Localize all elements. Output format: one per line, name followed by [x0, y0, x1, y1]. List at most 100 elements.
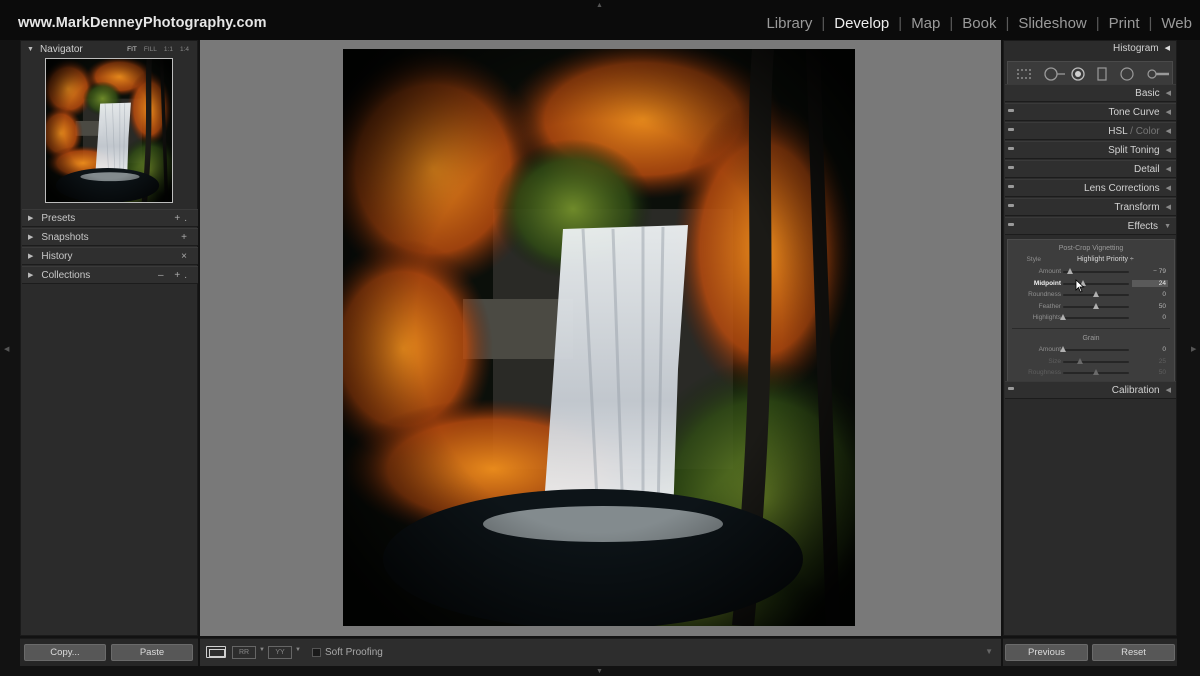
tone-curve-section[interactable]: Tone Curve ◀: [1005, 103, 1176, 121]
slider-track[interactable]: [1063, 279, 1129, 286]
toolbar-menu-icon[interactable]: ▼: [985, 647, 993, 656]
spot-removal-icon[interactable]: [1042, 67, 1066, 81]
effects-section[interactable]: Effects ▼: [1005, 217, 1176, 235]
clear-history-icon[interactable]: ×: [181, 251, 198, 262]
loupe-view-button[interactable]: [206, 646, 226, 658]
panel-switch-icon[interactable]: [1008, 166, 1014, 169]
zoom-fit[interactable]: FIT: [127, 46, 137, 53]
slider-handle[interactable]: [1076, 357, 1083, 364]
slider-amount[interactable]: Amount 0: [1008, 345, 1174, 355]
slider-track[interactable]: [1060, 346, 1129, 352]
add-preset-icon[interactable]: +.: [174, 213, 198, 224]
bottom-panel-toggle-icon[interactable]: ▼: [596, 668, 603, 675]
slider-value[interactable]: 0: [1136, 314, 1166, 321]
slider-value[interactable]: 50: [1136, 369, 1166, 376]
reset-button[interactable]: Reset: [1092, 644, 1175, 661]
panel-switch-icon[interactable]: [1008, 223, 1014, 226]
graduated-filter-icon[interactable]: [1097, 67, 1107, 81]
swap-settings-button[interactable]: YY: [268, 646, 292, 659]
zoom-1-1[interactable]: 1:1: [164, 46, 173, 53]
main-photo[interactable]: [343, 49, 855, 626]
calibration-section[interactable]: Calibration ◀: [1005, 381, 1176, 399]
copy-settings-button[interactable]: Copy...: [24, 644, 106, 661]
right-panel-toggle-icon[interactable]: ▶: [1191, 346, 1196, 353]
panel-switch-icon[interactable]: [1008, 387, 1014, 390]
slider-handle[interactable]: [1066, 268, 1073, 274]
before-after-button[interactable]: RR: [232, 646, 256, 659]
slider-value[interactable]: 0: [1136, 346, 1166, 353]
transform-section[interactable]: Transform ◀: [1005, 198, 1176, 216]
module-map[interactable]: Map: [911, 15, 940, 32]
split-toning-section[interactable]: Split Toning ◀: [1005, 141, 1176, 159]
slider-midpoint[interactable]: Midpoint 24: [1008, 279, 1174, 289]
presets-section[interactable]: ▶ Presets +.: [22, 209, 198, 227]
module-library[interactable]: Library: [766, 15, 812, 32]
chevron-down-icon[interactable]: ▼: [259, 647, 265, 653]
left-panel-toggle-icon[interactable]: ◀: [4, 346, 9, 353]
slider-track[interactable]: [1060, 314, 1129, 320]
module-book[interactable]: Book: [962, 15, 996, 32]
vignette-style-label: Style: [1026, 256, 1041, 263]
previous-button[interactable]: Previous: [1005, 644, 1088, 661]
tool-strip: [1007, 61, 1173, 85]
slider-label: Highlights: [1032, 314, 1061, 321]
navigator-zoom-options: FIT FILL 1:1 1:4: [127, 46, 197, 53]
slider-value[interactable]: − 79: [1136, 268, 1166, 275]
hsl-section[interactable]: HSL / Color ◀: [1005, 122, 1176, 140]
slider-roundness[interactable]: Roundness 0: [1008, 290, 1174, 300]
panel-switch-icon[interactable]: [1008, 128, 1014, 131]
collections-section[interactable]: ▶ Collections – +.: [22, 266, 198, 284]
slider-handle[interactable]: [1093, 369, 1099, 375]
slider-value[interactable]: 25: [1136, 358, 1166, 365]
adjustment-brush-icon[interactable]: [1146, 67, 1170, 81]
histogram-header[interactable]: Histogram ◀: [1004, 41, 1176, 55]
slider-track[interactable]: [1063, 291, 1129, 297]
slider-feather[interactable]: Feather 50: [1008, 302, 1174, 312]
slider-track[interactable]: [1063, 268, 1129, 274]
right-panel: Histogram ◀ Basic ◀ Tone Curve ◀ HSL / C…: [1003, 40, 1177, 636]
chevron-down-icon[interactable]: ▼: [295, 647, 301, 653]
panel-switch-icon[interactable]: [1008, 109, 1014, 112]
zoom-1-4[interactable]: 1:4: [180, 46, 189, 53]
navigator-header[interactable]: ▼ Navigator FIT FILL 1:1 1:4: [21, 41, 197, 57]
slider-handle[interactable]: [1093, 302, 1099, 309]
module-develop[interactable]: Develop: [834, 15, 889, 32]
slider-handle[interactable]: [1060, 314, 1066, 320]
module-web[interactable]: Web: [1161, 15, 1192, 32]
add-snapshot-icon[interactable]: +: [181, 232, 198, 243]
slider-track[interactable]: [1063, 357, 1129, 364]
slider-track[interactable]: [1063, 302, 1129, 309]
module-separator: |: [821, 15, 826, 32]
transform-title: Transform: [1114, 201, 1160, 213]
slider-size[interactable]: Size 25: [1008, 357, 1174, 367]
navigator-preview[interactable]: [45, 58, 173, 203]
soft-proofing-checkbox[interactable]: [312, 648, 321, 657]
slider-roughness[interactable]: Roughness 50: [1008, 368, 1174, 378]
history-section[interactable]: ▶ History ×: [22, 247, 198, 265]
panel-switch-icon[interactable]: [1008, 204, 1014, 207]
slider-handle[interactable]: [1060, 346, 1066, 352]
panel-switch-icon[interactable]: [1008, 185, 1014, 188]
slider-amount[interactable]: Amount − 79: [1008, 267, 1174, 277]
slider-value[interactable]: 24: [1132, 279, 1168, 287]
slider-handle[interactable]: [1093, 291, 1099, 297]
lens-corrections-section[interactable]: Lens Corrections ◀: [1005, 179, 1176, 197]
slider-value[interactable]: 0: [1136, 291, 1166, 298]
slider-track[interactable]: [1063, 369, 1129, 375]
zoom-fill[interactable]: FILL: [144, 46, 157, 53]
detail-section[interactable]: Detail ◀: [1005, 160, 1176, 178]
red-eye-icon[interactable]: [1071, 67, 1085, 81]
basic-section[interactable]: Basic ◀: [1005, 84, 1176, 102]
paste-settings-button[interactable]: Paste: [111, 644, 193, 661]
collection-controls-icon[interactable]: – +.: [158, 270, 198, 281]
slider-highlights[interactable]: Highlights 0: [1008, 313, 1174, 323]
snapshots-section[interactable]: ▶ Snapshots +: [22, 228, 198, 246]
slider-value[interactable]: 50: [1136, 303, 1166, 310]
crop-overlay-icon[interactable]: [1016, 68, 1032, 80]
radial-filter-icon[interactable]: [1120, 67, 1134, 81]
top-panel-toggle-icon[interactable]: ▲: [596, 2, 603, 9]
module-slideshow[interactable]: Slideshow: [1018, 15, 1086, 32]
vignette-style-select[interactable]: Highlight Priority ÷: [1077, 256, 1134, 263]
module-print[interactable]: Print: [1109, 15, 1140, 32]
panel-switch-icon[interactable]: [1008, 147, 1014, 150]
